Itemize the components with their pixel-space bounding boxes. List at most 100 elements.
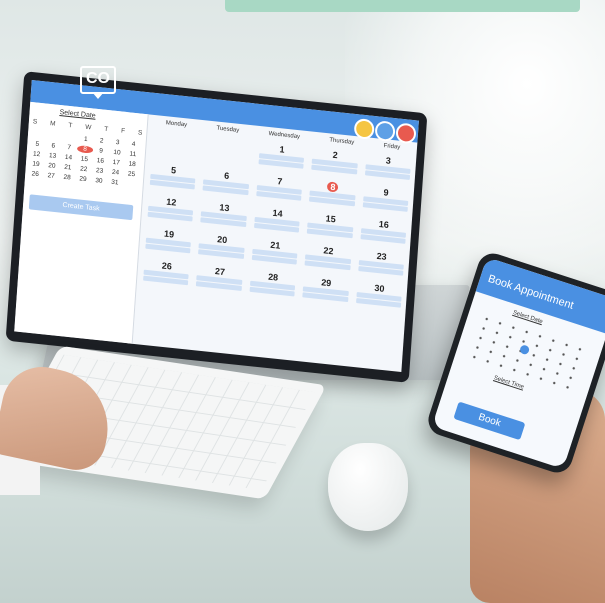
- people-icon[interactable]: [374, 120, 396, 143]
- day-cell[interactable]: 8: [306, 179, 359, 214]
- day-cell[interactable]: 30: [352, 281, 405, 316]
- day-number: 1: [279, 144, 285, 155]
- mini-day[interactable]: 26: [27, 170, 43, 179]
- day-cell[interactable]: 9: [359, 185, 412, 220]
- mini-day[interactable]: 15: [76, 155, 92, 164]
- phone-title: Book Appointment: [486, 272, 576, 312]
- day-cell[interactable]: 15: [303, 211, 356, 246]
- week-view: Monday Tuesday Wednesday Thursday Friday 123…: [136, 119, 415, 372]
- mini-day[interactable]: 20: [44, 162, 60, 171]
- book-button[interactable]: Book: [453, 401, 526, 441]
- week-day-name: Monday: [165, 120, 188, 129]
- weekday-label: T: [104, 125, 109, 134]
- mini-day[interactable]: 28: [59, 173, 75, 182]
- month-grid: 1 2 3 5 6 7 8 9 12 13 14 15 16 19 20 21 22 23 26 27 28 29 30: [136, 131, 415, 372]
- day-number: 28: [267, 271, 279, 283]
- day-cell[interactable]: 28: [246, 269, 299, 304]
- mini-day[interactable]: 10: [109, 148, 125, 157]
- day-cell[interactable]: 19: [142, 226, 195, 261]
- weekday-label: F: [120, 127, 126, 135]
- mini-day[interactable]: 30: [91, 177, 107, 186]
- mini-day[interactable]: 8: [76, 145, 94, 154]
- day-number: 3: [385, 155, 392, 166]
- day-number: 22: [323, 245, 334, 257]
- day-number: 29: [320, 277, 332, 289]
- day-cell[interactable]: [202, 136, 255, 171]
- day-cell[interactable]: 2: [308, 147, 361, 182]
- day-number: 27: [214, 266, 226, 278]
- day-number: 13: [219, 202, 230, 214]
- laptop-screen: Select Date SMTWTFS 1 2 3 4 5 6 7 8 9 10 11 12 13 14 1…: [5, 71, 428, 383]
- mini-day[interactable]: 17: [108, 158, 124, 167]
- calendar-icon[interactable]: [395, 122, 417, 145]
- mini-day[interactable]: 23: [91, 167, 107, 176]
- mouse: [328, 443, 408, 531]
- day-cell[interactable]: 21: [248, 238, 301, 273]
- week-day-name: Thursday: [329, 137, 355, 146]
- mini-day[interactable]: 24: [107, 168, 123, 177]
- mini-day[interactable]: 13: [44, 152, 60, 161]
- day-number: 9: [383, 187, 389, 198]
- mini-day[interactable]: 14: [60, 153, 76, 162]
- day-number: 5: [170, 164, 177, 176]
- day-number: 7: [276, 176, 283, 187]
- mini-day[interactable]: 29: [75, 175, 91, 184]
- day-cell[interactable]: 23: [354, 249, 407, 284]
- day-number: 23: [376, 250, 387, 262]
- day-cell[interactable]: 22: [301, 243, 354, 278]
- mini-day[interactable]: 18: [124, 160, 140, 169]
- day-cell[interactable]: 20: [195, 232, 248, 267]
- mini-day[interactable]: 5: [29, 140, 45, 149]
- day-cell[interactable]: 6: [199, 168, 252, 203]
- day-number: 30: [374, 282, 385, 294]
- mini-day[interactable]: 19: [28, 160, 44, 169]
- mini-day[interactable]: 31: [107, 178, 123, 187]
- co-logo-badge: CO: [80, 66, 116, 99]
- day-cell[interactable]: 3: [361, 153, 414, 188]
- day-number: 6: [223, 170, 230, 182]
- mini-day[interactable]: 1: [78, 135, 94, 144]
- mini-day[interactable]: 2: [94, 137, 110, 146]
- day-number: 20: [216, 234, 228, 246]
- weekday-label: S: [32, 118, 38, 126]
- week-day-name: Tuesday: [216, 125, 240, 134]
- mini-day[interactable]: 12: [28, 150, 44, 159]
- mini-day[interactable]: 9: [93, 147, 109, 156]
- calendar-app: Select Date SMTWTFS 1 2 3 4 5 6 7 8 9 10 11 12 13 14 1…: [14, 79, 419, 373]
- create-task-button[interactable]: Create Task: [28, 194, 134, 221]
- photo-scene: Select Date SMTWTFS 1 2 3 4 5 6 7 8 9 10 11 12 13 14 1…: [0, 0, 605, 603]
- clock-icon[interactable]: [353, 117, 375, 140]
- day-number: 14: [272, 207, 283, 219]
- day-cell[interactable]: 7: [253, 174, 306, 209]
- day-cell[interactable]: 1: [255, 142, 308, 177]
- day-cell[interactable]: 29: [299, 275, 352, 310]
- mini-day[interactable]: 25: [123, 170, 139, 179]
- weekday-label: S: [137, 129, 143, 137]
- top-banner: [225, 0, 580, 12]
- mini-day[interactable]: 27: [43, 172, 59, 181]
- day-cell[interactable]: 26: [140, 258, 193, 293]
- day-cell[interactable]: 14: [250, 206, 303, 241]
- day-number: 21: [270, 239, 281, 251]
- weekday-label: T: [68, 122, 73, 130]
- weekday-label: M: [49, 120, 56, 128]
- day-number: 26: [161, 260, 173, 272]
- date-picker-panel: Select Date SMTWTFS 1 2 3 4 5 6 7 8 9 10 11 12 13 14 1…: [14, 101, 149, 344]
- mini-day[interactable]: 6: [45, 142, 61, 151]
- day-cell[interactable]: 16: [357, 217, 410, 252]
- day-cell[interactable]: 5: [146, 163, 199, 198]
- day-number: 12: [165, 196, 177, 208]
- mini-empty: [30, 130, 46, 139]
- day-cell[interactable]: [148, 131, 201, 166]
- day-cell[interactable]: 13: [197, 200, 250, 235]
- day-cell[interactable]: 12: [144, 194, 197, 229]
- week-day-name: Friday: [383, 143, 401, 151]
- mini-day[interactable]: 21: [60, 163, 76, 172]
- mini-day[interactable]: 7: [61, 143, 77, 152]
- mini-day[interactable]: 16: [92, 157, 108, 166]
- mini-day[interactable]: 3: [109, 138, 125, 147]
- mini-day[interactable]: 22: [75, 165, 91, 174]
- mini-day[interactable]: 4: [125, 140, 141, 149]
- day-cell[interactable]: 27: [193, 264, 246, 299]
- mini-day[interactable]: 11: [125, 150, 141, 159]
